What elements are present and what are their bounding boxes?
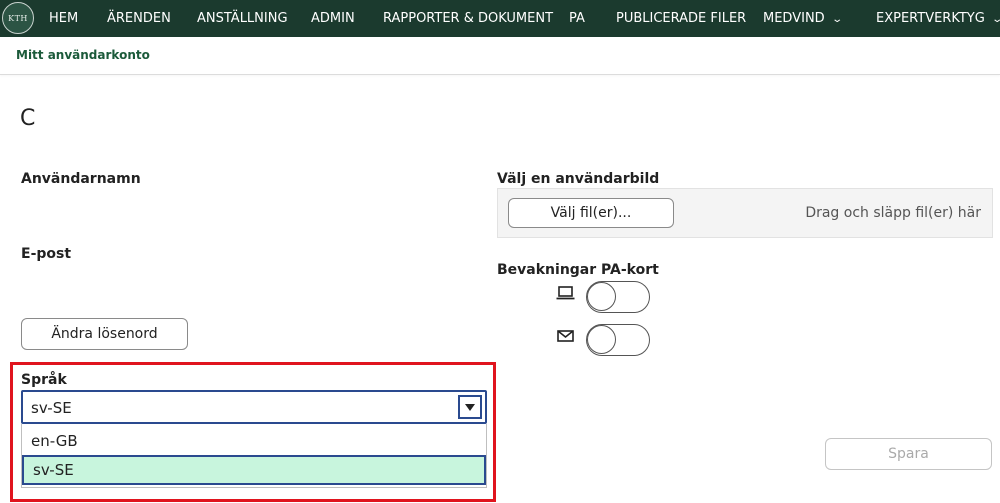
language-label: Språk: [21, 372, 67, 388]
nav-item-expertverktyg[interactable]: EXPERTVERKTYG ⌄: [876, 0, 1000, 37]
language-option-sv-se[interactable]: sv-SE: [22, 455, 486, 485]
laptop-icon: [556, 286, 575, 300]
page-subheader: Mitt användarkonto: [0, 37, 1000, 75]
nav-item-medvind[interactable]: MEDVIND ⌄: [763, 0, 843, 37]
top-navigation: KTH HEM ÄRENDEN ANSTÄLLNING ADMIN RAPPOR…: [0, 0, 1000, 37]
toggle-knob: [587, 282, 616, 311]
avatar-upload-label: Välj en användarbild: [497, 171, 660, 187]
kth-logo[interactable]: KTH: [2, 2, 34, 34]
username-label: Användarnamn: [21, 171, 141, 187]
nav-item-expertverktyg-label: EXPERTVERKTYG: [876, 11, 985, 26]
toggle-knob: [587, 325, 616, 354]
change-password-button[interactable]: Ändra lösenord: [21, 318, 188, 350]
file-drop-zone[interactable]: Välj fil(er)... Drag och släpp fil(er) h…: [497, 188, 993, 238]
nav-item-medvind-label: MEDVIND: [763, 11, 825, 26]
nav-item-hem[interactable]: HEM: [49, 0, 78, 37]
save-button[interactable]: Spara: [825, 438, 992, 470]
choose-files-button[interactable]: Välj fil(er)...: [508, 198, 674, 228]
chevron-down-icon: ⌄: [831, 14, 843, 25]
dropdown-arrow-icon[interactable]: [458, 395, 482, 419]
pa-watch-toggle-mail[interactable]: [586, 324, 650, 356]
page-title[interactable]: Mitt användarkonto: [16, 48, 150, 62]
language-select-value: sv-SE: [31, 399, 72, 417]
pa-watch-toggle-laptop[interactable]: [586, 281, 650, 313]
language-select[interactable]: sv-SE: [21, 390, 487, 424]
nav-item-rapporter-dokument[interactable]: RAPPORTER & DOKUMENT: [383, 0, 553, 37]
email-label: E-post: [21, 246, 72, 262]
pa-watch-label: Bevakningar PA-kort: [497, 262, 659, 278]
nav-item-publicerade-filer[interactable]: PUBLICERADE FILER: [616, 0, 746, 37]
logo-text: KTH: [8, 13, 28, 23]
drop-hint: Drag och släpp fil(er) här: [805, 205, 981, 221]
nav-item-pa[interactable]: PA: [569, 0, 585, 37]
nav-item-arenden[interactable]: ÄRENDEN: [107, 0, 171, 37]
nav-item-admin[interactable]: ADMIN: [311, 0, 355, 37]
mail-icon: [557, 330, 574, 342]
user-initial: C: [20, 106, 36, 131]
language-dropdown-list: en-GB sv-SE: [21, 424, 487, 488]
nav-item-anstallning[interactable]: ANSTÄLLNING: [197, 0, 288, 37]
language-option-en-gb[interactable]: en-GB: [22, 426, 486, 456]
chevron-down-icon: ⌄: [991, 1, 1000, 38]
